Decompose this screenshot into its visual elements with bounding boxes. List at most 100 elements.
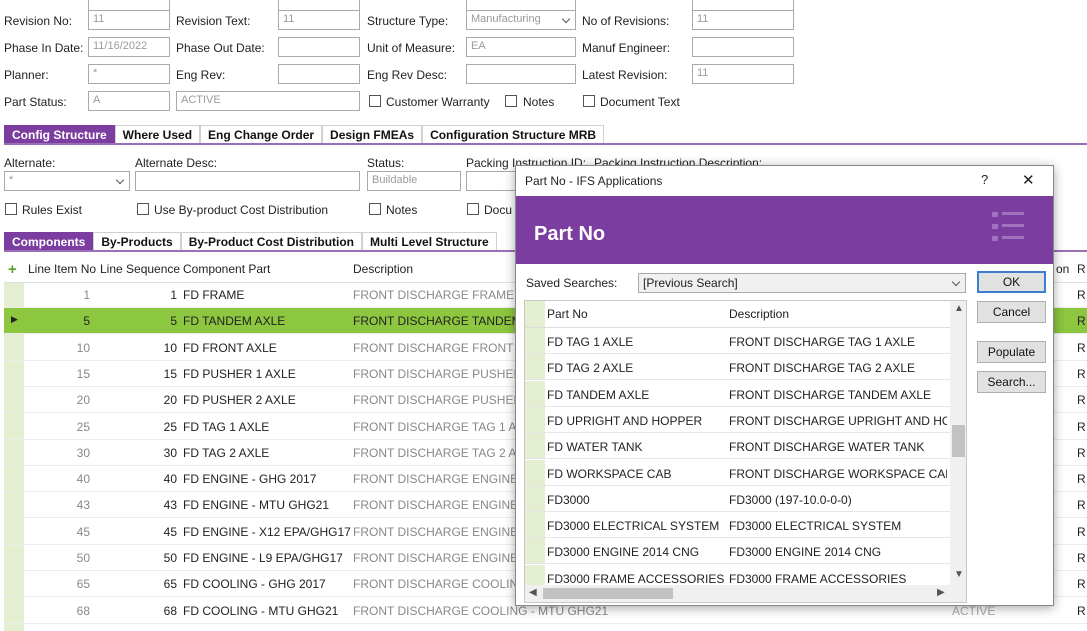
eng-rev-field[interactable] [278,64,360,84]
cell-line-item[interactable]: 65 [30,577,90,591]
planner-field[interactable]: * [88,64,170,84]
cell-line-seq[interactable]: 68 [100,604,177,618]
cell-component[interactable]: FD PUSHER 2 AXLE [183,393,296,407]
cell-line-seq[interactable]: 43 [100,498,177,512]
saved-searches-select[interactable]: [Previous Search] [638,273,966,293]
tab-config-structure[interactable]: Config Structure [4,125,115,144]
col-description[interactable]: Description [353,262,413,276]
cell-description[interactable]: FRONT DISCHARGE ENGINE - ( [353,472,533,486]
tab-multi-level-structure[interactable]: Multi Level Structure [362,232,497,251]
cell-line-item[interactable]: 5 [30,314,90,328]
list-cell-part[interactable]: FD3000 ENGINE 2014 CNG [547,545,725,559]
list-item[interactable]: FD3000 FD3000 (197-10.0-0-0) [525,485,950,512]
list-cell-desc[interactable]: FD3000 ENGINE 2014 CNG [729,545,947,559]
eng-rev-desc-field[interactable] [466,64,576,84]
part-status-field[interactable]: A [88,91,170,111]
cell-r[interactable]: R [1077,604,1086,618]
list-item[interactable]: FD TAG 2 AXLE FRONT DISCHARGE TAG 2 AXLE [525,354,950,381]
list-cell-part[interactable]: FD TAG 1 AXLE [547,335,725,349]
phase-out-field[interactable] [278,37,360,57]
tab-where-used[interactable]: Where Used [114,125,201,144]
tab-config-structure-mrb[interactable]: Configuration Structure MRB [422,125,605,144]
col-r[interactable]: R [1077,262,1086,276]
cell-component[interactable]: FD TANDEM AXLE [183,314,285,328]
cell-description[interactable]: FRONT DISCHARGE TANDEM A [353,314,532,328]
manuf-engineer-field[interactable] [692,37,794,57]
ok-button[interactable]: OK [977,271,1046,293]
alternate-select[interactable]: * [4,171,130,191]
cell-description[interactable]: FRONT DISCHARGE ENGINE - L [353,551,535,565]
cell-line-item[interactable]: 43 [30,498,90,512]
cell-r[interactable]: R [1077,314,1086,328]
cell-r[interactable]: R [1077,341,1086,355]
cell-line-item[interactable]: 45 [30,525,90,539]
cell-description[interactable]: FRONT DISCHARGE ENGINE - I [353,498,532,512]
latest-revision-field[interactable]: 11 [692,64,794,84]
list-cell-desc[interactable]: FRONT DISCHARGE TAG 1 AXLE [729,335,947,349]
no-of-revisions-field[interactable]: 11 [692,10,794,30]
dialog-titlebar[interactable]: Part No - IFS Applications ? ✕ [516,166,1053,196]
cell-description[interactable]: FRONT DISCHARGE TAG 1 AXL [353,420,531,434]
notes-checkbox[interactable] [505,95,517,107]
list-cell-part[interactable]: FD TAG 2 AXLE [547,361,725,375]
list-cell-desc[interactable]: FD3000 (197-10.0-0-0) [729,493,947,507]
cell-line-seq[interactable]: 30 [100,446,177,460]
phase-in-field[interactable]: 11/16/2022 [88,37,170,57]
cell-description[interactable]: FRONT DISCHARGE FRONT AX [353,341,532,355]
add-row-icon[interactable]: + [8,261,17,278]
cell-line-item[interactable]: 40 [30,472,90,486]
cell-line-item[interactable]: 50 [30,551,90,565]
scroll-up-icon[interactable]: ▲ [954,303,964,314]
tab-components[interactable]: Components [4,232,94,251]
help-icon[interactable]: ? [981,172,988,187]
list-item[interactable]: FD WORKSPACE CAB FRONT DISCHARGE WORKSPAC… [525,459,950,486]
cell-component[interactable]: FD ENGINE - X12 EPA/GHG17 [183,525,351,539]
cell-line-seq[interactable]: 1 [100,288,177,302]
list-cell-part[interactable]: FD UPRIGHT AND HOPPER [547,414,725,428]
list-item[interactable]: FD UPRIGHT AND HOPPER FRONT DISCHARGE UPR… [525,406,950,433]
horizontal-scroll-thumb[interactable] [543,588,673,599]
list-item[interactable]: FD3000 ELECTRICAL SYSTEM FD3000 ELECTRICA… [525,512,950,539]
config-docu-checkbox[interactable] [467,203,479,215]
cell-line-seq[interactable]: 20 [100,393,177,407]
cell-component[interactable]: FD COOLING - GHG 2017 [183,577,326,591]
list-cell-desc[interactable]: FRONT DISCHARGE TAG 2 AXLE [729,361,947,375]
cell-line-item[interactable]: 68 [30,604,90,618]
cell-r[interactable]: R [1077,472,1086,486]
cell-line-item[interactable]: 15 [30,367,90,381]
cell-line-seq[interactable]: 5 [100,314,177,328]
cell-description[interactable]: FRONT DISCHARGE ENGINE - ) [353,525,533,539]
list-cell-desc[interactable]: FRONT DISCHARGE UPRIGHT AND HOP... [729,414,947,428]
cell-line-item[interactable]: 25 [30,420,90,434]
col-component[interactable]: Component Part [183,262,270,276]
document-text-checkbox[interactable] [583,95,595,107]
col-line-seq[interactable]: Line Sequence [100,262,180,276]
list-item[interactable]: FD TAG 1 AXLE FRONT DISCHARGE TAG 1 AXLE [525,328,950,354]
cell-r[interactable]: R [1077,446,1086,460]
vertical-scroll-thumb[interactable] [952,425,965,457]
col-extra[interactable]: on [1056,262,1069,276]
alternate-desc-field[interactable] [135,171,360,191]
cell-r[interactable]: R [1077,498,1086,512]
search-button[interactable]: Search... [977,371,1046,393]
tab-byproduct-cost-distribution[interactable]: By-Product Cost Distribution [180,232,363,251]
cell-line-seq[interactable]: 50 [100,551,177,565]
customer-warranty-checkbox[interactable] [369,95,381,107]
list-cell-desc[interactable]: FD3000 ELECTRICAL SYSTEM [729,519,947,533]
list-col-part[interactable]: Part No [547,307,588,321]
list-cell-part[interactable]: FD3000 FRAME ACCESSORIES [547,572,725,586]
col-line-item[interactable]: Line Item No [28,262,96,276]
close-icon[interactable]: ✕ [1022,171,1035,189]
cell-component[interactable]: FD ENGINE - L9 EPA/GHG17 [183,551,343,565]
cell-component[interactable]: FD TAG 2 AXLE [183,446,269,460]
cell-line-item[interactable]: 1 [30,288,90,302]
cell-r[interactable]: R [1077,525,1086,539]
cell-component[interactable]: FD TAG 1 AXLE [183,420,269,434]
list-item[interactable]: FD3000 ENGINE 2014 CNG FD3000 ENGINE 2014… [525,538,950,565]
list-cell-desc[interactable]: FD3000 FRAME ACCESSORIES [729,572,947,586]
cell-component[interactable]: FD FRONT AXLE [183,341,277,355]
cell-r[interactable]: R [1077,577,1086,591]
list-cell-part[interactable]: FD3000 ELECTRICAL SYSTEM [547,519,725,533]
horizontal-scrollbar[interactable]: ◀ ▶ [525,585,966,602]
list-cell-desc[interactable]: FRONT DISCHARGE TANDEM AXLE [729,388,947,402]
